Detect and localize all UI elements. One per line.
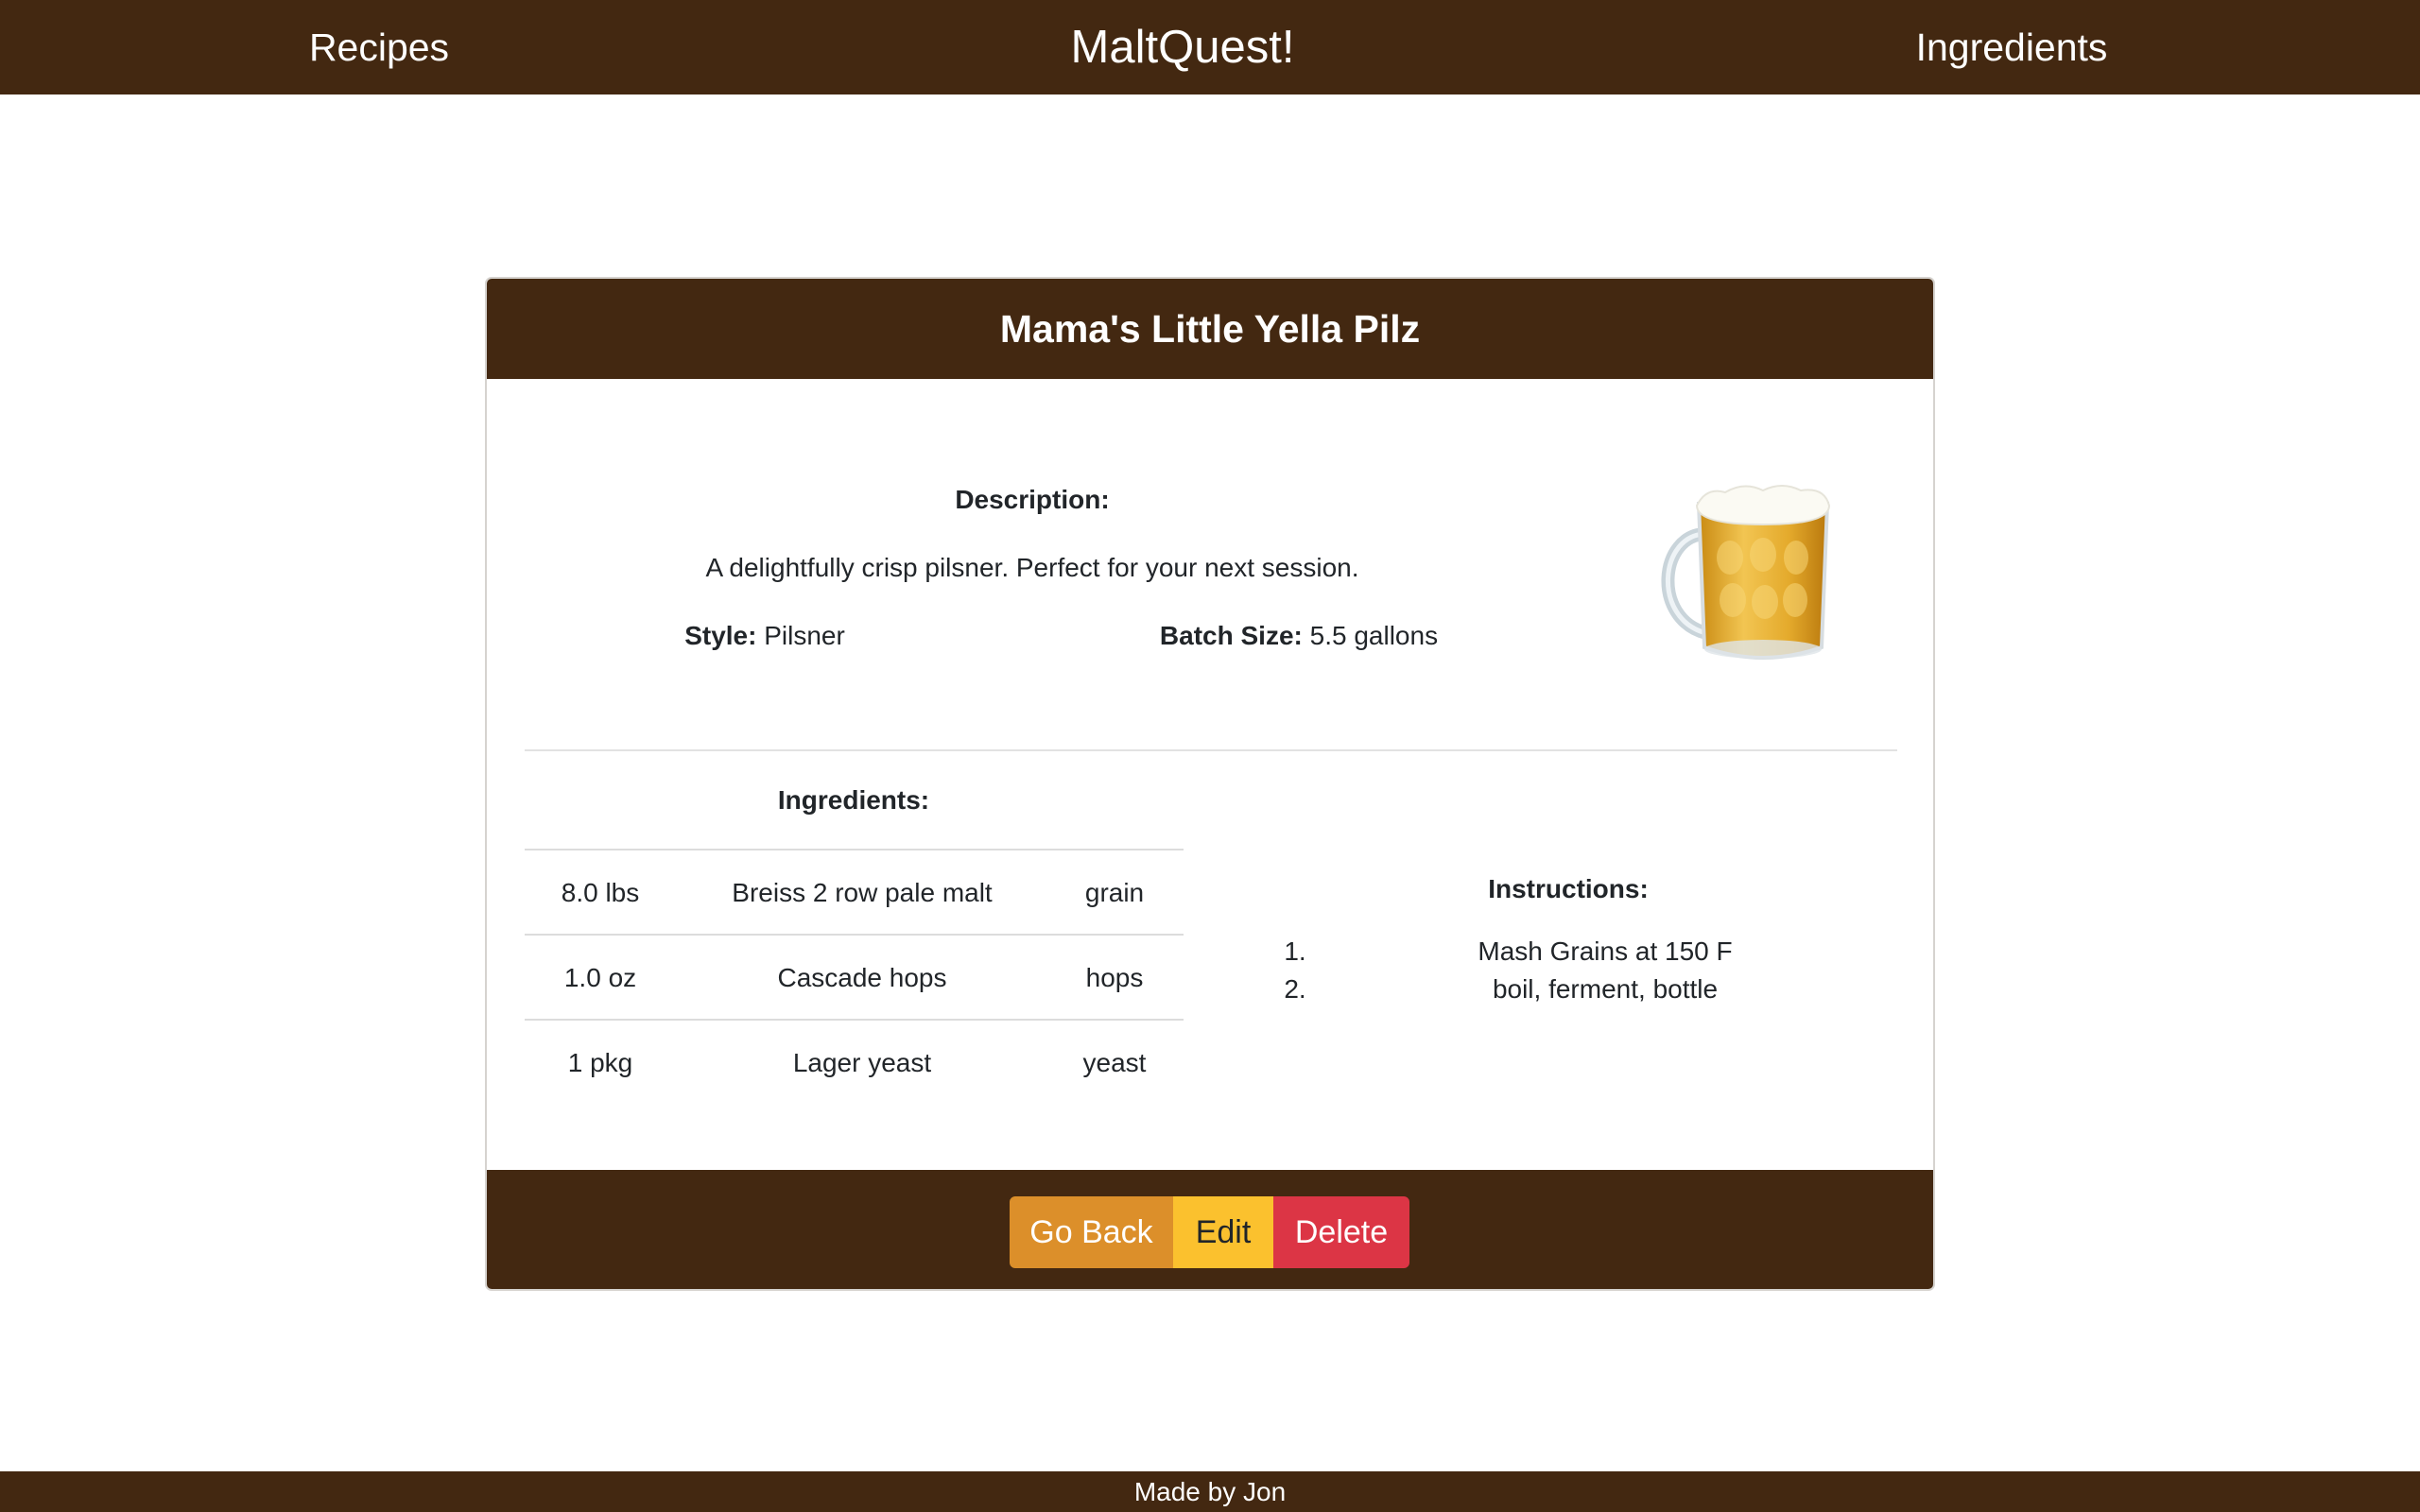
nav-recipes-link[interactable]: Recipes [309,0,449,94]
delete-button[interactable]: Delete [1273,1196,1409,1268]
ingredient-type: grain [1084,878,1145,907]
ingredient-name: Cascade hops [777,963,947,992]
table-row: 1.0 oz Cascade hops hops [525,934,1184,1019]
recipe-title: Mama's Little Yella Pilz [487,279,1933,379]
batch-size-value: 5.5 gallons [1309,621,1439,650]
brand-logo-link[interactable]: MaltQuest! [1071,0,1295,94]
style-field: Style: Pilsner [684,621,845,651]
ingredients-heading: Ingredients: [777,785,930,815]
instruction-text: boil, ferment, bottle [1492,974,1719,1004]
instruction-number: 1. [1284,936,1306,966]
batch-size-label: Batch Size: [1159,621,1303,650]
go-back-button[interactable]: Go Back [1010,1196,1173,1268]
ingredient-amount: 1.0 oz [563,963,637,992]
section-divider [525,749,1897,751]
page-footer: Made by Jon [0,1471,2420,1512]
nav-ingredients-link[interactable]: Ingredients [1916,0,2108,94]
style-label: Style: [684,621,757,650]
ingredients-table: 8.0 lbs Breiss 2 row pale malt grain 1.0… [525,849,1184,1104]
instruction-text: Mash Grains at 150 F [1478,936,1733,966]
ingredient-name: Lager yeast [792,1048,932,1077]
instruction-number: 2. [1284,974,1306,1004]
description-label: Description: [955,485,1110,514]
ingredient-type: yeast [1082,1048,1147,1077]
beer-mug-icon [1661,485,1831,660]
instructions-heading: Instructions: [1488,874,1649,903]
ingredient-amount: 8.0 lbs [561,878,640,907]
top-navbar: Recipes MaltQuest! Ingredients [0,0,2420,94]
style-value: Pilsner [764,621,845,650]
ingredient-type: hops [1085,963,1144,992]
table-row: 1 pkg Lager yeast yeast [525,1019,1184,1104]
recipe-card: Mama's Little Yella Pilz Description: A … [485,277,1935,1291]
edit-button[interactable]: Edit [1173,1196,1273,1268]
description-text: A delightfully crisp pilsner. Perfect fo… [705,553,1359,582]
recipe-action-buttons: Go Back Edit Delete [1010,1196,1409,1268]
ingredient-amount: 1 pkg [567,1048,633,1077]
table-row: 8.0 lbs Breiss 2 row pale malt grain [525,849,1184,934]
batch-size-field: Batch Size: 5.5 gallons [1160,621,1438,651]
ingredient-name: Breiss 2 row pale malt [732,878,993,907]
